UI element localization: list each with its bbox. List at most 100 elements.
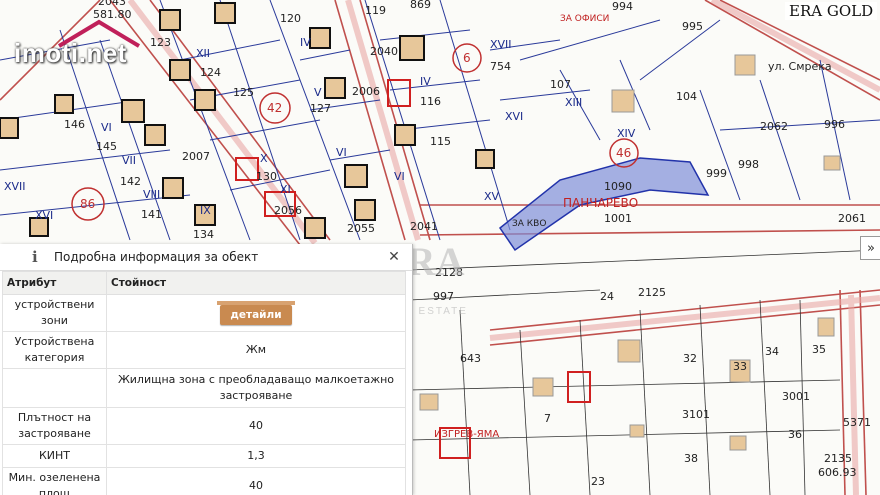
svg-text:2061: 2061 [838,212,866,225]
attr-cell: Устройствена категория [2,331,107,369]
svg-text:XVI: XVI [505,110,523,123]
expand-button[interactable]: » [860,236,880,260]
svg-text:33: 33 [733,360,747,373]
value-cell: 40 [106,467,406,495]
svg-text:VIII: VIII [143,188,160,201]
svg-text:V: V [314,86,322,99]
svg-text:116: 116 [420,95,441,108]
svg-text:VI: VI [101,121,112,134]
svg-text:141: 141 [141,208,162,221]
svg-text:XIII: XIII [565,96,582,109]
value-cell: Жм [106,331,406,369]
svg-text:145: 145 [96,140,117,153]
svg-text:X: X [260,152,268,165]
value-cell: 1,3 [106,444,406,468]
svg-text:124: 124 [200,66,221,79]
svg-text:86: 86 [80,197,95,211]
svg-text:2055: 2055 [347,222,375,235]
attr-cell: КИНТ [2,444,107,468]
svg-text:ПАНЧАРЕВО: ПАНЧАРЕВО [563,196,638,210]
svg-text:VII: VII [122,154,136,167]
svg-text:2007: 2007 [182,150,210,163]
svg-text:ИЗГРЕВ-ЯМА: ИЗГРЕВ-ЯМА [434,429,499,440]
svg-text:XV: XV [484,190,500,203]
details-button[interactable]: детайли [220,305,292,325]
svg-text:107: 107 [550,78,571,91]
column-header-attribute: Атрибут [2,271,107,295]
table-row: КИНТ 1,3 [2,444,406,468]
attr-cell [2,368,107,408]
svg-text:3101: 3101 [682,408,710,421]
svg-text:146: 146 [64,118,85,131]
svg-text:ЗА КВО: ЗА КВО [512,219,546,229]
svg-text:XIV: XIV [617,127,636,140]
svg-text:36: 36 [788,428,802,441]
svg-text:120: 120 [280,12,301,25]
panel-title: Подробна информация за обект [54,250,259,264]
attr-cell: Плътност на застрояване [2,407,107,445]
svg-text:32: 32 [683,352,697,365]
svg-text:5371: 5371 [843,416,871,429]
svg-text:998: 998 [738,158,759,171]
svg-text:42: 42 [267,101,282,115]
attributes-table: Атрибут Стойност устройствени зони детай… [2,271,406,495]
svg-text:104: 104 [676,90,697,103]
svg-text:2125: 2125 [638,286,666,299]
svg-text:38: 38 [684,452,698,465]
close-button[interactable]: ✕ [384,249,404,265]
svg-text:125: 125 [233,86,254,99]
svg-text:23: 23 [591,475,605,488]
svg-text:996: 996 [824,118,845,131]
svg-text:754: 754 [490,60,511,73]
panel-header: i Подробна информация за обект ✕ [0,244,412,271]
imoti-logo: imoti.net [14,38,127,69]
svg-text:2006: 2006 [352,85,380,98]
svg-text:35: 35 [812,343,826,356]
table-row: Мин. озеленена площ 40 [2,467,406,495]
svg-text:2062: 2062 [760,120,788,133]
svg-text:XI: XI [280,183,291,196]
value-cell: детайли [106,294,406,332]
svg-text:3001: 3001 [782,390,810,403]
table-row: устройствени зони детайли [2,294,406,332]
svg-text:IV: IV [420,75,431,88]
svg-text:142: 142 [120,175,141,188]
svg-text:VI: VI [394,170,405,183]
svg-text:1090: 1090 [604,180,632,193]
table-row: Устройствена категория Жм [2,331,406,369]
svg-text:ЗА ОФИСИ: ЗА ОФИСИ [560,14,609,24]
object-info-panel: i Подробна информация за обект ✕ Атрибут… [0,244,413,495]
info-icon: i [32,248,38,266]
era-gold-brand: ERA GOLD [785,2,878,20]
attr-cell: устройствени зони [2,294,107,332]
svg-text:606.93: 606.93 [818,466,857,479]
table-header-row: Атрибут Стойност [2,271,406,295]
svg-text:IV: IV [300,36,311,49]
svg-text:869: 869 [410,0,431,11]
svg-text:134: 134 [193,228,214,241]
svg-text:127: 127 [310,102,331,115]
table-row: Жилищна зона с преобладаващо малкоетажно… [2,368,406,408]
svg-text:24: 24 [600,290,614,303]
svg-text:IX: IX [200,204,211,217]
svg-text:XVII: XVII [4,180,26,193]
svg-text:2056: 2056 [274,204,302,217]
svg-text:130: 130 [256,170,277,183]
svg-text:2043: 2043 [98,0,126,8]
svg-text:XVII: XVII [490,38,512,51]
svg-text:995: 995 [682,20,703,33]
svg-text:994: 994 [612,0,633,13]
svg-text:34: 34 [765,345,779,358]
value-cell: Жилищна зона с преобладаващо малкоетажно… [106,368,406,408]
svg-text:115: 115 [430,135,451,148]
column-header-value: Стойност [106,271,406,295]
value-cell: 40 [106,407,406,445]
svg-text:ул. Смрека: ул. Смрека [768,60,832,73]
svg-text:46: 46 [616,146,631,160]
svg-text:1001: 1001 [604,212,632,225]
svg-text:999: 999 [706,167,727,180]
svg-text:6: 6 [463,51,471,65]
svg-text:VI: VI [336,146,347,159]
svg-text:643: 643 [460,352,481,365]
svg-text:123: 123 [150,36,171,49]
